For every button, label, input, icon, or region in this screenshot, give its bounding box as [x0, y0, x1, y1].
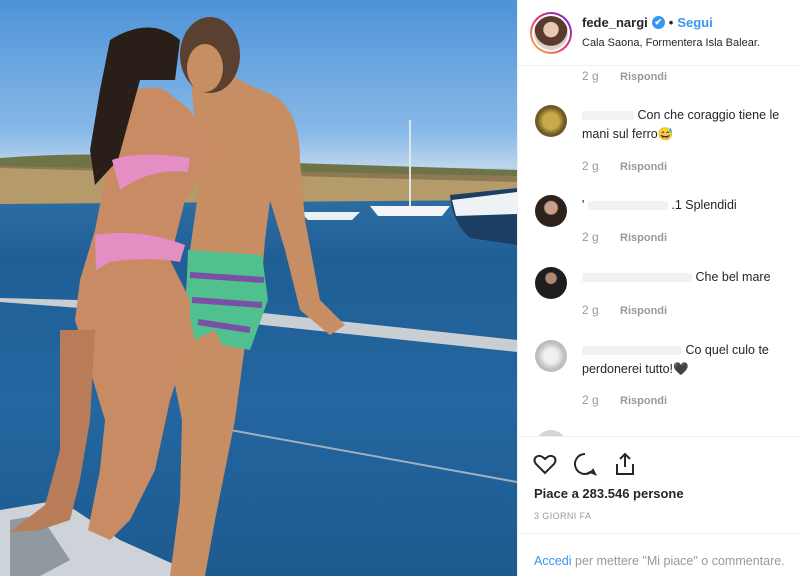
blurred-username — [582, 111, 634, 121]
blurred-username — [582, 346, 682, 356]
comment-meta: 2 g Rispondi — [582, 230, 667, 244]
likes-count[interactable]: Piace a 283.546 persone — [534, 486, 684, 501]
verified-badge-icon: ✔ — [651, 16, 665, 29]
comment-avatar[interactable] — [535, 195, 567, 227]
blurred-username — [582, 273, 692, 283]
comment-time: 2 g — [582, 303, 599, 317]
comment-avatar[interactable] — [535, 105, 567, 137]
reply-button[interactable]: Rispondi — [620, 305, 667, 317]
login-prompt: Accedi per mettere "Mi piace" o commenta… — [518, 533, 800, 576]
comment-body: .1 Splendidi — [671, 198, 737, 212]
follow-button[interactable]: Segui — [677, 15, 712, 30]
separator-dot: • — [668, 15, 674, 30]
heart-icon[interactable] — [532, 451, 558, 477]
post-timestamp[interactable]: 3 GIORNI FA — [534, 511, 591, 521]
reply-button[interactable]: Rispondi — [620, 71, 667, 83]
reply-button[interactable]: Rispondi — [620, 161, 667, 173]
login-prompt-text: per mettere "Mi piace" o commentare. — [571, 554, 785, 568]
blurred-username — [587, 201, 668, 211]
comment-text: Che bel mare — [582, 268, 792, 287]
post-actions: Piace a 283.546 persone 3 GIORNI FA Acce… — [518, 436, 800, 576]
comment-time: 2 g — [582, 69, 599, 83]
comment-meta: 2 g Rispondi — [582, 159, 667, 173]
comment-time: 2 g — [582, 159, 599, 173]
comments-list[interactable]: 2 g Rispondi Con che coraggio tiene le m… — [518, 66, 800, 436]
comment-text: Con che coraggio tiene le mani sul ferro… — [582, 106, 792, 144]
post-side-panel: fede_nargi ✔ • Segui Cala Saona, Forment… — [517, 0, 800, 576]
comment-meta: 2 g Rispondi — [582, 303, 667, 317]
comment-text: ' .1 Splendidi — [582, 196, 792, 215]
comment-text: Co quel culo te perdonerei tutto!🖤 — [582, 341, 792, 379]
comment-meta: 2 g Rispondi — [582, 69, 667, 83]
location-link[interactable]: Cala Saona, Formentera Isla Balear. — [582, 37, 760, 49]
post-photo[interactable] — [0, 0, 517, 576]
post-header: fede_nargi ✔ • Segui Cala Saona, Forment… — [518, 0, 800, 66]
comment-time: 2 g — [582, 393, 599, 407]
reply-button[interactable]: Rispondi — [620, 395, 667, 407]
comment-icon[interactable] — [572, 451, 598, 477]
comment-avatar[interactable] — [535, 267, 567, 299]
comment-prefix: ' — [582, 198, 585, 212]
post-photo-illustration — [0, 17, 517, 576]
reply-button[interactable]: Rispondi — [620, 232, 667, 244]
username-link[interactable]: fede_nargi — [582, 15, 648, 30]
login-link[interactable]: Accedi — [534, 554, 572, 568]
comment-time: 2 g — [582, 230, 599, 244]
username-row: fede_nargi ✔ • Segui — [582, 15, 713, 30]
comment-meta: 2 g Rispondi — [582, 393, 667, 407]
share-icon[interactable] — [612, 451, 638, 477]
comment-avatar[interactable] — [535, 340, 567, 372]
comment-body: Che bel mare — [695, 270, 771, 284]
profile-avatar[interactable] — [530, 12, 572, 54]
